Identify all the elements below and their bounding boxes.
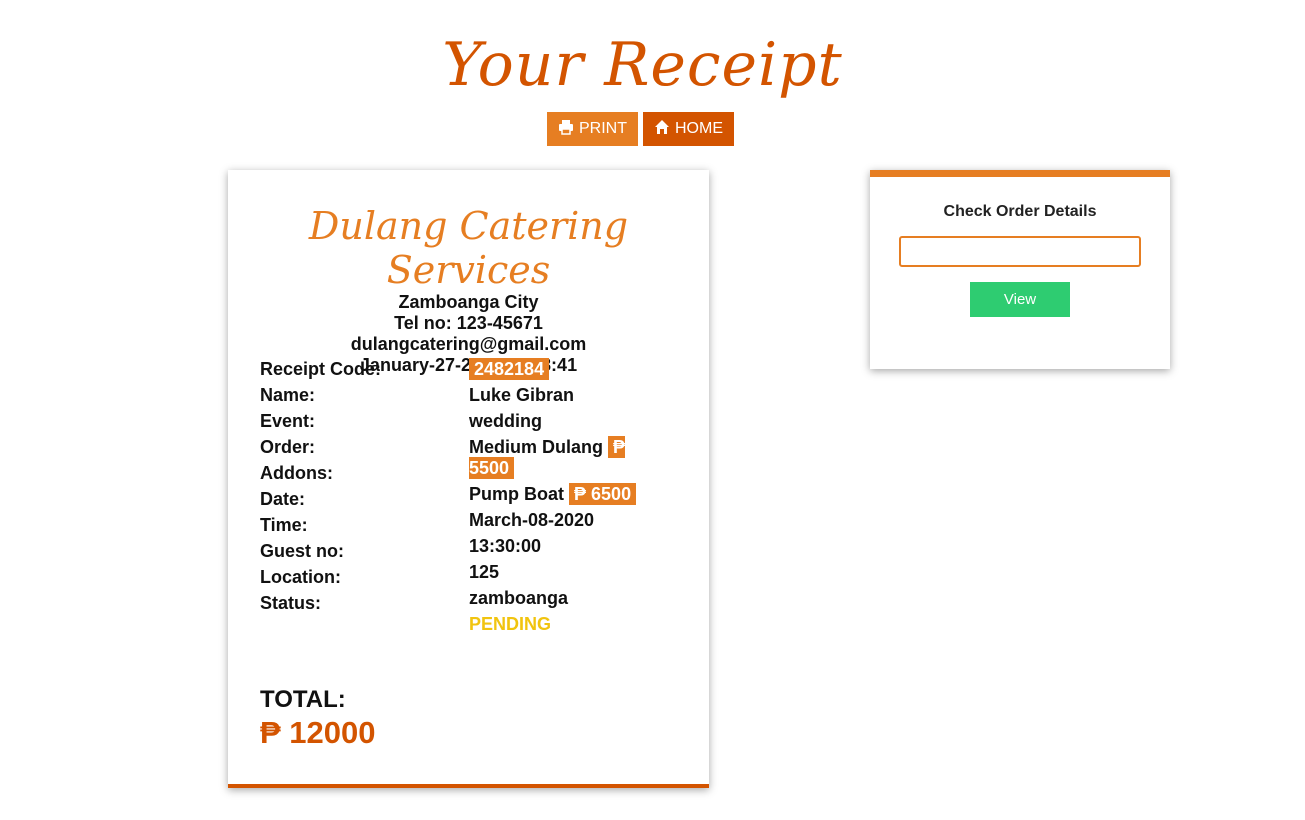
value-order: Medium Dulang ₱ 5500 <box>469 436 659 479</box>
home-button[interactable]: HOME <box>643 112 734 146</box>
label-date: Date: <box>260 489 306 509</box>
receipt-code-badge: 2482184 <box>469 358 550 380</box>
label-addons: Addons: <box>260 463 333 483</box>
check-order-title: Check Order Details <box>943 203 1097 220</box>
addon-price-badge: ₱ 6500 <box>569 483 637 505</box>
value-addons: Pump Boat ₱ 6500 <box>469 483 659 505</box>
label-event: Event: <box>260 411 316 431</box>
value-name: Luke Gibran <box>469 385 575 405</box>
business-name: Dulang Catering Services <box>308 204 629 292</box>
label-receipt-code: Receipt Code: <box>260 359 382 379</box>
home-label: HOME <box>675 120 723 137</box>
business-email: dulangcatering@gmail.com <box>350 334 587 354</box>
total-value: ₱ 12000 <box>260 715 376 750</box>
home-icon <box>654 119 670 140</box>
total-label: TOTAL: <box>260 686 346 713</box>
addon-name: Pump Boat <box>469 484 565 504</box>
label-name: Name: <box>260 385 316 405</box>
status-badge: PENDING <box>469 614 552 634</box>
value-guest-no: 125 <box>469 562 500 582</box>
label-location: Location: <box>260 567 341 587</box>
value-event: wedding <box>469 411 542 431</box>
label-guest-no: Guest no: <box>260 541 344 561</box>
business-tel: Tel no: 123-45671 <box>394 313 543 333</box>
value-date: March-08-2020 <box>469 510 595 530</box>
print-button[interactable]: PRINT <box>547 112 638 146</box>
print-icon <box>558 119 574 140</box>
label-status: Status: <box>260 593 322 613</box>
view-button[interactable]: View <box>970 282 1070 317</box>
business-city: Zamboanga City <box>398 292 539 312</box>
page-title: Your Receipt <box>442 30 843 100</box>
action-buttons: PRINT HOME <box>0 112 1281 146</box>
print-label: PRINT <box>579 120 627 137</box>
label-time: Time: <box>260 515 308 535</box>
receipt-card: Dulang Catering Services Zamboanga City … <box>228 170 709 788</box>
value-location: zamboanga <box>469 588 569 608</box>
label-order: Order: <box>260 437 316 457</box>
order-code-input[interactable] <box>899 236 1141 267</box>
detail-values: 2482184 Luke Gibran wedding Medium Dulan… <box>469 356 659 640</box>
value-time: 13:30:00 <box>469 536 542 556</box>
check-order-card: Check Order Details View <box>870 170 1170 369</box>
order-name: Medium Dulang <box>469 437 603 457</box>
detail-labels: Receipt Code: Name: Event: Order: Addons… <box>260 356 460 616</box>
value-receipt-code-row: 2482184 <box>469 358 659 380</box>
